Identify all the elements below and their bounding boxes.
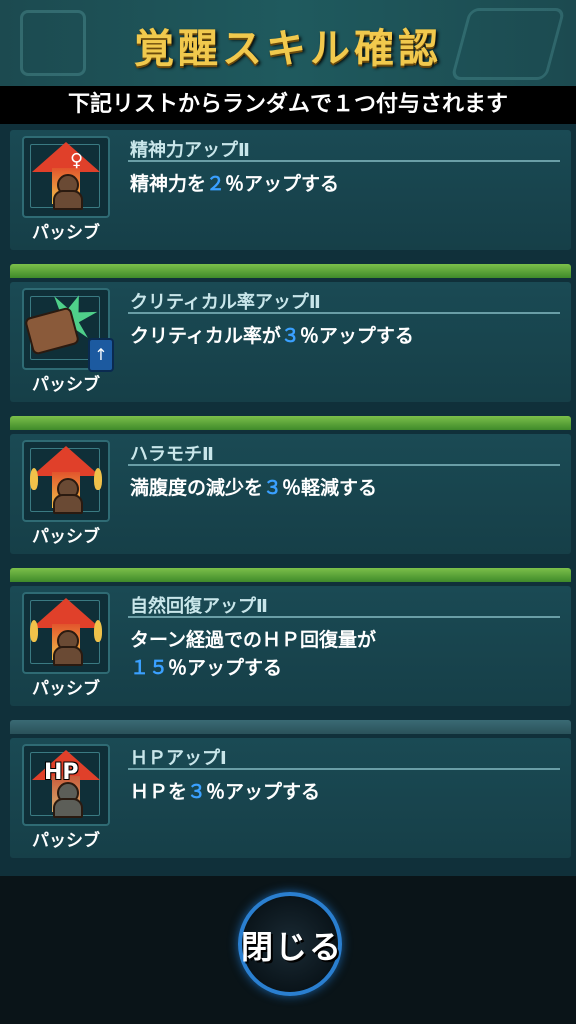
skill-description: 精神力を２％アップする xyxy=(130,173,340,195)
spirit-up-icon: ♀ xyxy=(22,136,110,218)
skill-description: ＨＰを３％アップする xyxy=(130,781,321,803)
skill-type-label: パッシブ xyxy=(32,527,100,547)
divider xyxy=(128,160,560,162)
hp-text: HP xyxy=(44,760,79,785)
divider xyxy=(128,464,560,466)
skill-type-label: パッシブ xyxy=(32,375,100,395)
skill-type-label: パッシブ xyxy=(32,223,100,243)
card-header-bar xyxy=(10,720,571,734)
hp-up-icon: HP xyxy=(22,744,110,826)
skill-list[interactable]: ♀ パッシブ 精神力アップⅡ 精神力を２％アップする ↑ パッシブ クリティカル… xyxy=(0,124,576,876)
skill-description: 満腹度の減少を３％軽減する xyxy=(130,477,378,499)
card-header-bar xyxy=(10,264,571,278)
skill-card-recovery[interactable]: パッシブ 自然回復アップⅡ ターン経過でのＨＰ回復量が １５％アップする xyxy=(10,568,571,706)
page-title: 覚醒スキル確認 xyxy=(134,26,442,72)
skill-name: ＨＰアップⅠ xyxy=(130,748,227,769)
key-symbol-icon: ♀ xyxy=(70,150,84,171)
divider xyxy=(128,312,560,314)
card-header-bar xyxy=(10,416,571,430)
card-header-bar xyxy=(10,568,571,582)
skill-card-hp[interactable]: HP パッシブ ＨＰアップⅠ ＨＰを３％アップする xyxy=(10,720,571,858)
satiety-icon xyxy=(22,440,110,522)
close-button[interactable]: 閉じる xyxy=(232,922,352,968)
skill-name: ハラモチⅡ xyxy=(130,444,214,465)
up-arrow-badge-icon: ↑ xyxy=(88,338,114,372)
divider xyxy=(128,616,560,618)
skill-card-spirit[interactable]: ♀ パッシブ 精神力アップⅡ 精神力を２％アップする xyxy=(10,130,571,250)
skill-name: 自然回復アップⅡ xyxy=(130,596,268,617)
natural-recovery-icon xyxy=(22,592,110,674)
skill-type-label: パッシブ xyxy=(32,679,100,699)
skill-description: クリティカル率が３％アップする xyxy=(130,325,414,347)
skill-type-label: パッシブ xyxy=(32,831,100,851)
divider xyxy=(128,768,560,770)
skill-name: 精神力アップⅡ xyxy=(130,140,250,161)
skill-card-critical[interactable]: ↑ パッシブ クリティカル率アップⅡ クリティカル率が３％アップする xyxy=(10,264,571,402)
skill-name: クリティカル率アップⅡ xyxy=(130,292,321,313)
title-bar: 覚醒スキル確認 xyxy=(0,0,576,88)
page-subtitle: 下記リストからランダムで１つ付与されます xyxy=(0,86,576,124)
skill-description: ターン経過でのＨＰ回復量が １５％アップする xyxy=(130,629,377,679)
skill-card-haramochi[interactable]: パッシブ ハラモチⅡ 満腹度の減少を３％軽減する xyxy=(10,416,571,554)
